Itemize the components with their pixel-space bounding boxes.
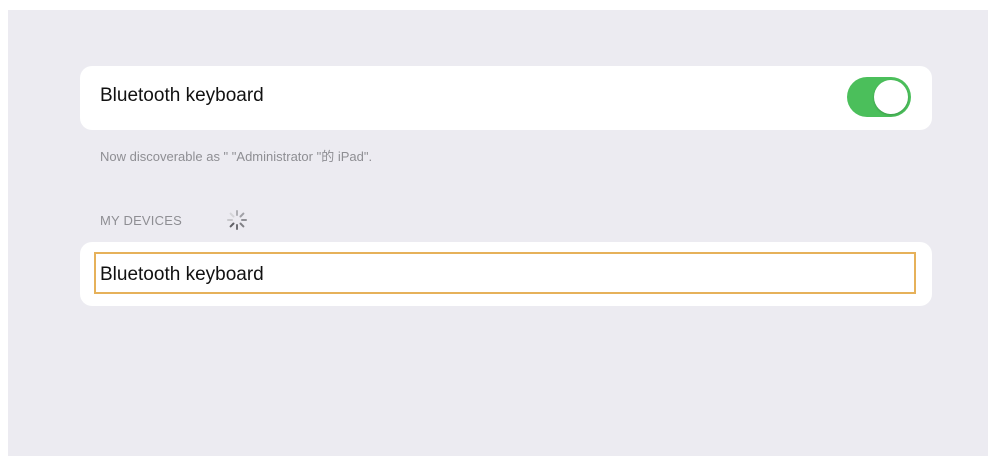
toggle-knob bbox=[874, 80, 908, 114]
discoverable-note: Now discoverable as " "Administrator "的 … bbox=[100, 149, 373, 164]
device-row-bluetooth-keyboard[interactable]: Bluetooth keyboard bbox=[94, 252, 916, 294]
bluetooth-toggle-switch[interactable] bbox=[847, 77, 911, 117]
my-devices-list: Bluetooth keyboard bbox=[80, 242, 932, 306]
my-devices-header: MY DEVICES bbox=[100, 213, 182, 228]
settings-screen: Bluetooth keyboard Now discoverable as "… bbox=[8, 10, 988, 456]
bluetooth-toggle-row: Bluetooth keyboard bbox=[80, 66, 932, 130]
spinner-icon bbox=[227, 210, 247, 230]
device-label: Bluetooth keyboard bbox=[100, 264, 264, 285]
bluetooth-toggle-label: Bluetooth keyboard bbox=[100, 85, 264, 106]
